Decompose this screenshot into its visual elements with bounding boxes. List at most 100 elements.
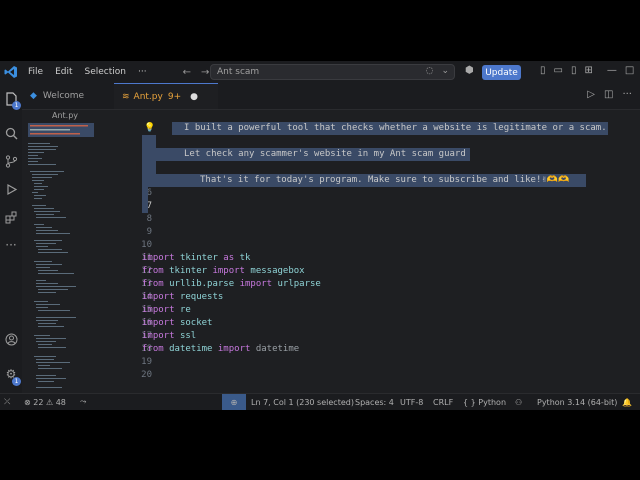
keyword: import	[142, 318, 175, 328]
module-name: requests	[179, 292, 224, 302]
toggle-primary-sidebar-icon[interactable]: ▯	[540, 65, 546, 76]
code-line-14: 14 import requests	[100, 291, 640, 304]
problems-count: 9+	[167, 91, 182, 102]
language-mode[interactable]: { } Python	[463, 394, 506, 410]
tab-label: Welcome	[42, 91, 85, 101]
ports-icon[interactable]: ⤳	[80, 394, 86, 410]
vscode-window: File Edit Selection ··· ← → Ant scam ◌ ⌄…	[0, 61, 640, 410]
keyword: import	[142, 331, 175, 341]
keyword: import	[212, 266, 245, 276]
keyword: from	[142, 344, 164, 354]
maximize-icon[interactable]: □	[625, 65, 634, 76]
remote-indicator-icon[interactable]: ⤫	[4, 394, 10, 410]
indentation[interactable]: Spaces: 4	[355, 394, 394, 410]
keyword: import	[142, 292, 175, 302]
split-editor-icon[interactable]: ◫	[604, 89, 613, 100]
line-number: 19	[141, 357, 152, 367]
toggle-secondary-sidebar-icon[interactable]: ▯	[571, 65, 577, 76]
docstring-line-1: I built a powerful tool that checks whet…	[184, 123, 607, 133]
notifications-bell-icon[interactable]: 🔔	[622, 394, 632, 410]
back-arrow-icon[interactable]: ←	[183, 67, 191, 78]
module-name: re	[179, 305, 191, 315]
command-center-search[interactable]: Ant scam ◌ ⌄	[210, 64, 455, 80]
braces-icon: { }	[463, 397, 476, 407]
zoom-icon[interactable]: ⊕	[222, 394, 246, 410]
account-icon[interactable]	[3, 331, 19, 347]
imported-name: messagebox	[250, 266, 305, 276]
problems-indicator[interactable]: ⊗ 22 ⚠ 48	[24, 394, 66, 410]
keyword: from	[142, 266, 164, 276]
alias-name: tk	[239, 253, 251, 263]
module-name: urllib.parse	[169, 279, 235, 289]
keyword: import	[142, 253, 175, 263]
cursor-position[interactable]: Ln 7, Col 1 (230 selected)	[251, 394, 354, 410]
line-ending[interactable]: CRLF	[433, 394, 453, 410]
code-line-16: 16 import socket	[100, 317, 640, 330]
code-line-9: 9	[100, 226, 640, 239]
module-name: tkinter	[169, 266, 208, 276]
code-line-3: 3 Let check any scammer's website in my …	[100, 148, 640, 161]
menu-more[interactable]: ···	[132, 67, 153, 77]
python-extension-icon[interactable]: ⚇	[515, 394, 522, 410]
code-line-6: 6	[100, 187, 640, 200]
source-control-icon[interactable]	[3, 153, 19, 169]
editor-tabs: ◆ Welcome ≋ Ant.py 9+ ● ▷ ◫ ···	[22, 83, 640, 110]
accounts-sync-icon[interactable]: ⬢	[465, 65, 474, 76]
code-line-19: 19	[100, 356, 640, 369]
more-views-icon[interactable]: ···	[3, 237, 19, 253]
toggle-panel-icon[interactable]: ▭	[554, 65, 563, 76]
vscode-logo-icon: ◆	[30, 91, 37, 101]
explorer-badge: 1	[12, 101, 21, 110]
python-interpreter[interactable]: Python 3.14 (64-bit)	[537, 394, 617, 410]
more-actions-icon[interactable]: ···	[622, 89, 632, 100]
chevron-down-icon[interactable]: ⌄	[441, 66, 449, 76]
keyword: from	[142, 279, 164, 289]
tab-ant-py[interactable]: ≋ Ant.py 9+ ●	[114, 83, 218, 109]
keyword: import	[142, 305, 175, 315]
tab-welcome[interactable]: ◆ Welcome	[22, 83, 114, 109]
warning-icon: ⚠	[45, 397, 54, 407]
code-line-4: 4	[100, 161, 640, 174]
menu-selection[interactable]: Selection	[79, 67, 132, 77]
module-name: ssl	[179, 331, 197, 341]
docstring-line-5: That's it for today's program. Make sure…	[200, 175, 570, 185]
activity-bar: 1 ··· ⚙ 1	[0, 83, 22, 393]
code-line-7: 7	[100, 200, 640, 213]
lightbulb-icon[interactable]: 💡	[144, 122, 155, 135]
minimize-icon[interactable]: —	[607, 65, 617, 76]
forward-arrow-icon[interactable]: →	[201, 67, 209, 78]
keyword: import	[239, 279, 273, 289]
title-bar: File Edit Selection ··· ← → Ant scam ◌ ⌄…	[0, 61, 640, 83]
code-line-18: 18 from datetime import datetime	[100, 343, 640, 356]
menu-file[interactable]: File	[22, 67, 49, 77]
line-number: 10	[141, 240, 152, 250]
tab-label: Ant.py	[133, 91, 163, 102]
code-line-5: 5 That's it for today's program. Make su…	[100, 174, 640, 187]
unsaved-dot-icon[interactable]: ●	[190, 92, 198, 102]
run-python-file-icon[interactable]: ▷	[587, 89, 595, 100]
encoding[interactable]: UTF-8	[400, 394, 423, 410]
run-debug-icon[interactable]	[3, 181, 19, 197]
module-name: tkinter	[179, 253, 218, 263]
status-bar: ⤫ ⊗ 22 ⚠ 48 ⤳ ⊕ Ln 7, Col 1 (230 selecte…	[0, 393, 640, 410]
manage-badge: 1	[12, 377, 21, 386]
code-line-12: 12 from tkinter import messagebox	[100, 265, 640, 278]
navigation-arrows: ← →	[183, 67, 210, 78]
line-number: 8	[146, 214, 152, 224]
docstring-line-3: Let check any scammer's website in my An…	[184, 149, 466, 159]
update-button[interactable]: Update	[482, 65, 521, 80]
code-line-17: 17 import ssl	[100, 330, 640, 343]
search-icon[interactable]	[3, 125, 19, 141]
search-text: Ant scam	[217, 67, 260, 77]
copilot-icon[interactable]: ◌	[426, 66, 434, 76]
code-editor[interactable]: 1 💡 I built a powerful tool that checks …	[100, 119, 640, 391]
python-file-icon: ≋	[122, 91, 130, 102]
code-line-1: 1 💡 I built a powerful tool that checks …	[100, 122, 640, 135]
breadcrumb[interactable]: Ant.py	[52, 111, 78, 120]
module-name: socket	[179, 318, 213, 328]
code-line-15: 15 import re	[100, 304, 640, 317]
code-line-2: 2	[100, 135, 640, 148]
extensions-icon[interactable]	[3, 209, 19, 225]
menu-edit[interactable]: Edit	[49, 67, 78, 77]
customize-layout-icon[interactable]: ⊞	[584, 65, 592, 76]
